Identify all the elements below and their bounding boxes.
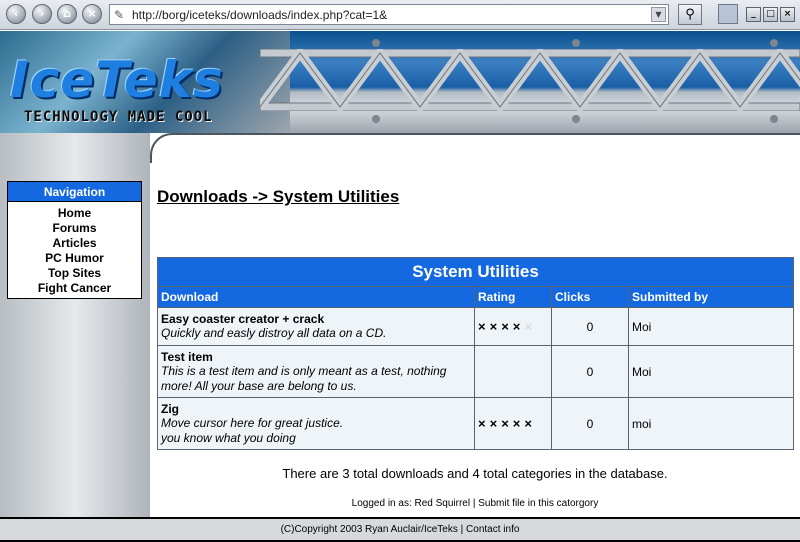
nav-link-pc-humor[interactable]: PC Humor — [8, 251, 141, 266]
rating-mark-icon: × — [524, 416, 536, 431]
column-header-download: Download — [157, 286, 475, 308]
rating-cell: ××××× — [474, 307, 552, 346]
site-tagline: TECHNOLOGY MADE COOL — [24, 109, 213, 125]
rating-mark-icon: × — [478, 319, 490, 334]
nav-link-top-sites[interactable]: Top Sites — [8, 266, 141, 281]
downloads-table: System Utilities Download Rating Clicks … — [157, 257, 794, 450]
nav-link-home[interactable]: Home — [8, 206, 141, 221]
rating-mark-icon: × — [512, 319, 525, 334]
submitted-by-cell: moi — [628, 397, 794, 450]
navigation-list: Home Forums Articles PC Humor Top Sites … — [8, 202, 141, 296]
nav-link-forums[interactable]: Forums — [8, 221, 141, 236]
download-description: Move cursor here for great justice. — [161, 415, 344, 430]
download-description: This is a test item and is only meant as… — [161, 363, 447, 393]
main-content: Downloads -> System Utilities System Uti… — [150, 133, 800, 517]
page-icon: ✎ — [114, 8, 125, 22]
site-footer: (C)Copyright 2003 Ryan Auclair/IceTeks |… — [0, 517, 800, 542]
table-caption: System Utilities — [157, 257, 794, 287]
navigation-title: Navigation — [8, 182, 141, 202]
rating-mark-icon: × — [489, 416, 502, 431]
rating-mark-icon: × — [524, 319, 536, 334]
rating-cell: ××××× — [474, 397, 552, 450]
download-link[interactable]: Easy coaster creator + crack — [161, 312, 471, 326]
column-header-clicks: Clicks — [551, 286, 629, 308]
nav-link-articles[interactable]: Articles — [8, 236, 141, 251]
rivet-icon — [372, 39, 380, 47]
download-cell: Test item This is a test item and is onl… — [157, 345, 475, 398]
nav-link-fight-cancer[interactable]: Fight Cancer — [8, 281, 141, 296]
rating-mark-icon: × — [501, 416, 513, 431]
submit-file-link[interactable]: Submit file in this catorgory — [478, 498, 598, 509]
maximize-icon[interactable]: □ — [763, 7, 778, 22]
site-logo[interactable]: IceTeks — [10, 51, 224, 109]
submitted-by-cell: Moi — [628, 307, 794, 346]
rivet-icon — [572, 39, 580, 47]
site-header: IceTeks TECHNOLOGY MADE COOL — [0, 31, 800, 133]
footer-separator: | — [460, 524, 464, 535]
submitted-by-cell: Moi — [628, 345, 794, 398]
url-dropdown-icon[interactable]: ▼ — [651, 7, 666, 22]
clicks-cell: 0 — [551, 397, 629, 450]
clicks-cell: 0 — [551, 345, 629, 398]
download-description-line2: you know what you doing — [161, 430, 296, 445]
table-row: Easy coaster creator + crack Quickly and… — [157, 307, 794, 346]
stop-icon[interactable]: × — [82, 4, 102, 24]
navigation-box: Navigation Home Forums Articles PC Humor… — [7, 181, 142, 299]
browser-toolbar: ‹ › ⌂ × ✎ http://borg/iceteks/downloads/… — [0, 0, 800, 30]
truss-graphic — [260, 49, 800, 111]
table-row: Test item This is a test item and is onl… — [157, 345, 794, 398]
forward-icon[interactable]: › — [32, 4, 52, 24]
home-icon[interactable]: ⌂ — [57, 4, 77, 24]
url-field[interactable]: ✎ http://borg/iceteks/downloads/index.ph… — [109, 4, 669, 25]
rating-stars: ××××× — [478, 416, 536, 431]
rating-mark-icon: × — [489, 319, 502, 334]
minimize-icon[interactable]: _ — [746, 7, 761, 22]
rivet-icon — [372, 115, 380, 123]
download-description: Quickly and easly distroy all data on a … — [161, 326, 387, 340]
rating-mark-icon: × — [501, 319, 513, 334]
url-text: http://borg/iceteks/downloads/index.php?… — [132, 8, 388, 22]
main-border-curve — [150, 133, 800, 163]
back-icon[interactable]: ‹ — [6, 4, 26, 24]
login-separator: | — [472, 498, 476, 509]
download-link[interactable]: Test item — [161, 350, 471, 364]
clicks-cell: 0 — [551, 307, 629, 346]
page-title: Downloads -> System Utilities — [157, 187, 400, 206]
sidebar: Navigation Home Forums Articles PC Humor… — [0, 133, 150, 517]
login-line: Logged in as: Red Squirrel | Submit file… — [150, 498, 800, 509]
rivet-icon — [770, 39, 778, 47]
search-icon[interactable]: ⚲ — [678, 4, 702, 25]
rating-stars: ××××× — [478, 319, 536, 334]
logged-in-label: Logged in as: Red Squirrel — [351, 498, 471, 509]
column-header-rating: Rating — [474, 286, 552, 308]
download-cell: Easy coaster creator + crack Quickly and… — [157, 307, 475, 346]
copyright-text: (C)Copyright 2003 Ryan Auclair/IceTeks — [280, 524, 458, 535]
contact-info-link[interactable]: Contact info — [466, 524, 519, 535]
downloads-summary: There are 3 total downloads and 4 total … — [282, 466, 668, 481]
table-header-row: Download Rating Clicks Submitted by — [157, 286, 794, 308]
rating-mark-icon: × — [512, 416, 525, 431]
rating-mark-icon: × — [478, 416, 490, 431]
rivet-icon — [572, 115, 580, 123]
column-header-submitted-by: Submitted by — [628, 286, 794, 308]
table-row: Zig Move cursor here for great justice. … — [157, 397, 794, 450]
rating-cell — [474, 345, 552, 398]
throbber-icon — [718, 4, 738, 24]
download-link[interactable]: Zig — [161, 402, 471, 416]
close-icon[interactable]: × — [780, 7, 795, 22]
download-cell: Zig Move cursor here for great justice. … — [157, 397, 475, 450]
rivet-icon — [770, 115, 778, 123]
